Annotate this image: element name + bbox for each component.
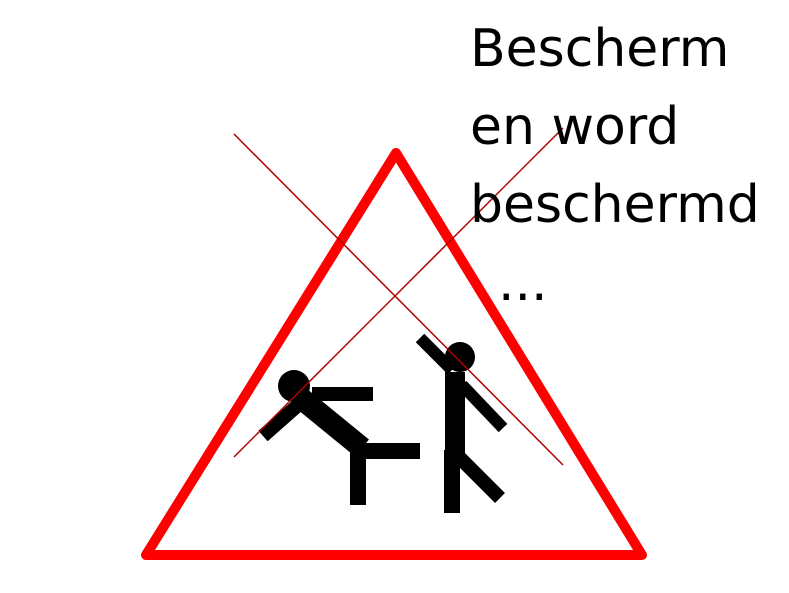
- slide: Bescherm en word beschermd ...: [0, 0, 789, 593]
- slogan-line-1: Bescherm: [470, 19, 730, 79]
- falling-figure-icon: [258, 370, 420, 505]
- slogan-ellipsis: ...: [498, 253, 548, 313]
- kicking-figure-icon: [415, 333, 508, 513]
- slogan-line-3: beschermd: [470, 175, 760, 235]
- slogan-line-2: en word: [470, 97, 680, 157]
- slogan-text: Bescherm en word beschermd ...: [470, 10, 785, 322]
